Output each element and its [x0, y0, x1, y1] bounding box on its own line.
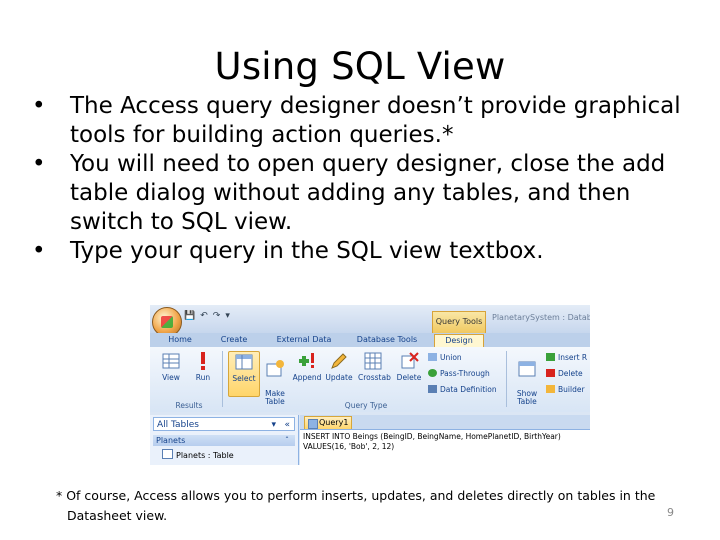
append-icon	[299, 353, 314, 368]
update-pencil-icon	[331, 353, 347, 369]
sql-line: VALUES(16, 'Bob', 2, 12)	[303, 442, 395, 451]
delete-query-button[interactable]: Delete	[394, 351, 424, 382]
undo-icon[interactable]: ↶	[200, 311, 208, 321]
ribbon: View Run Select Make Table Append Update…	[150, 347, 590, 412]
update-query-button[interactable]: Update	[324, 351, 354, 382]
access-screenshot: 💾 ↶ ↷ ▾ Query Tools PlanetarySystem : Da…	[150, 305, 590, 465]
query-icon	[308, 419, 318, 429]
data-definition-button[interactable]: Data Definition	[428, 385, 497, 394]
app-title: PlanetarySystem : Datab	[492, 313, 590, 322]
group-label-query-type: Query Type	[344, 401, 388, 410]
make-table-button[interactable]: Make Table	[260, 351, 290, 406]
data-definition-icon	[428, 385, 437, 393]
tab-home[interactable]: Home	[162, 334, 198, 347]
delete-rows-icon	[546, 369, 555, 377]
globe-icon	[428, 369, 437, 377]
bullet-item: Type your query in the SQL view textbox.	[30, 237, 710, 266]
tab-database-tools[interactable]: Database Tools	[348, 334, 426, 347]
page-number: 9	[667, 506, 674, 519]
group-separator	[506, 351, 507, 407]
group-label-results: Results	[175, 401, 203, 410]
title-bar: 💾 ↶ ↷ ▾ Query Tools PlanetarySystem : Da…	[150, 305, 590, 337]
collapse-pane-icon[interactable]: «	[284, 418, 290, 432]
bullet-item: The Access query designer doesn’t provid…	[30, 92, 710, 150]
table-icon	[162, 449, 173, 459]
pass-through-button[interactable]: Pass-Through	[428, 369, 490, 378]
run-icon	[201, 352, 205, 370]
builder-wand-icon	[546, 385, 555, 393]
slide-title: Using SQL View	[214, 45, 506, 88]
sql-view-textbox[interactable]: INSERT INTO Beings (BeingID, BeingName, …	[303, 432, 561, 452]
chevron-down-icon[interactable]: ▾	[271, 418, 276, 432]
footnote: * Of course, Access allows you to perfor…	[56, 486, 696, 526]
union-icon	[428, 353, 437, 361]
tab-query1[interactable]: Query1	[304, 416, 352, 429]
make-table-icon	[266, 360, 284, 377]
tab-create[interactable]: Create	[214, 334, 254, 347]
query-document: Query1 INSERT INTO Beings (BeingID, Bein…	[300, 415, 590, 465]
save-icon[interactable]: 💾	[184, 311, 195, 321]
footnote-line: Datasheet view.	[67, 508, 168, 523]
union-button[interactable]: Union	[428, 353, 462, 362]
view-icon	[162, 353, 180, 369]
nav-group-planets[interactable]: Planets ˆ	[153, 435, 295, 446]
customize-qat-icon[interactable]: ▾	[225, 311, 230, 321]
delete-rows-button[interactable]: Delete	[546, 369, 583, 378]
bullet-item: You will need to open query designer, cl…	[30, 150, 710, 237]
append-query-button[interactable]: Append	[292, 351, 322, 382]
redo-icon[interactable]: ↷	[213, 311, 221, 321]
sql-line: INSERT INTO Beings (BeingID, BeingName, …	[303, 432, 561, 441]
crosstab-query-button[interactable]: Crosstab	[358, 351, 391, 382]
select-query-icon	[235, 354, 253, 370]
insert-rows-icon	[546, 353, 555, 361]
select-query-button[interactable]: Select	[228, 351, 260, 397]
nav-pane-header[interactable]: All Tables ▾ «	[153, 417, 295, 431]
quick-access-toolbar: 💾 ↶ ↷ ▾	[184, 311, 230, 321]
nav-item-planets-table[interactable]: Planets : Table	[162, 449, 234, 460]
footnote-line: * Of course, Access allows you to perfor…	[56, 488, 656, 503]
crosstab-icon	[364, 352, 382, 370]
builder-button[interactable]: Builder	[546, 385, 585, 394]
tab-design[interactable]: Design	[434, 334, 484, 348]
insert-rows-button[interactable]: Insert R	[546, 353, 587, 362]
bullet-list: The Access query designer doesn’t provid…	[30, 92, 710, 266]
context-tab-query-tools: Query Tools	[432, 311, 486, 334]
view-button[interactable]: View	[156, 351, 186, 382]
tab-external-data[interactable]: External Data	[268, 334, 340, 347]
ribbon-tabs: Home Create External Data Database Tools…	[150, 333, 590, 348]
navigation-pane: All Tables ▾ « Planets ˆ Planets : Table	[150, 415, 299, 465]
delete-query-icon	[401, 352, 419, 369]
show-table-icon	[518, 361, 536, 377]
run-button[interactable]: Run	[188, 351, 218, 382]
group-separator	[222, 351, 223, 407]
document-tab-bar: Query1	[300, 415, 590, 430]
show-table-button[interactable]: Show Table	[512, 351, 542, 406]
chevron-up-icon[interactable]: ˆ	[285, 435, 289, 446]
